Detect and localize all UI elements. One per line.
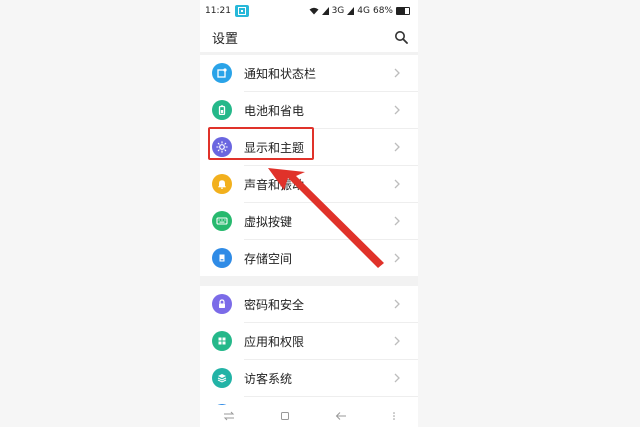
pointer-arrow xyxy=(268,168,384,268)
